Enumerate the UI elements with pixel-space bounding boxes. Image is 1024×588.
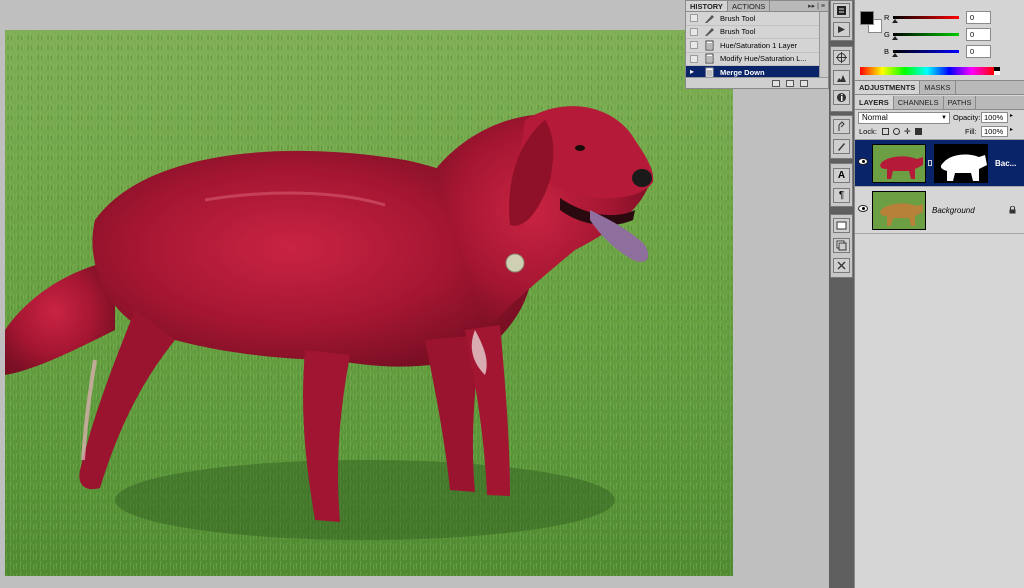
- blend-mode-select[interactable]: Normal ▼: [858, 112, 950, 124]
- panel-menu-icon[interactable]: ▸▸ | ≡: [808, 1, 825, 12]
- tab-history[interactable]: HISTORY: [686, 1, 728, 11]
- history-item[interactable]: Brush Tool: [686, 26, 828, 39]
- right-panels: R 0 G 0 B 0 ADJUSTMENTS MASKS LAYERS CHA…: [854, 0, 1024, 588]
- history-footer: [686, 77, 828, 88]
- lock-image-icon[interactable]: [893, 128, 900, 135]
- green-slider[interactable]: [892, 32, 959, 40]
- snapshot-checkbox[interactable]: [690, 54, 698, 63]
- blend-mode-value: Normal: [862, 113, 888, 122]
- red-slider[interactable]: [892, 15, 959, 23]
- trash-icon[interactable]: [800, 79, 808, 87]
- lock-transparent-icon[interactable]: [882, 128, 889, 135]
- layer-comps-icon[interactable]: [833, 238, 850, 253]
- history-panel: HISTORY ACTIONS ▸▸ | ≡ Brush Tool Brush …: [685, 0, 829, 89]
- tools-scissors-icon[interactable]: [833, 258, 850, 273]
- panel-icon-strip: A ¶: [829, 0, 854, 588]
- color-panel: R 0 G 0 B 0: [855, 0, 1024, 81]
- layer-thumbnail[interactable]: [872, 191, 926, 230]
- history-item[interactable]: Brush Tool: [686, 12, 828, 26]
- opacity-field[interactable]: 100%: [981, 112, 1008, 123]
- brush-icon: [703, 26, 716, 37]
- adjustments-tabbar: ADJUSTMENTS MASKS: [855, 81, 1024, 95]
- snapshot-checkbox[interactable]: [690, 14, 698, 23]
- lock-position-icon[interactable]: ✛: [904, 128, 911, 136]
- history-item-label: Brush Tool: [720, 27, 756, 37]
- history-item-label: Merge Down: [720, 67, 765, 77]
- histogram-icon[interactable]: [833, 70, 850, 85]
- green-value-field[interactable]: 0: [966, 27, 991, 41]
- tab-layers[interactable]: LAYERS: [855, 96, 894, 109]
- red-channel-row: R 0: [884, 10, 1024, 24]
- image-canvas[interactable]: [5, 30, 733, 576]
- layer-doc-icon: [703, 53, 716, 64]
- layer-thumbnail[interactable]: [872, 144, 926, 183]
- fill-field[interactable]: 100%: [981, 126, 1008, 137]
- black-white-swatch[interactable]: [994, 67, 1000, 75]
- snapshot-checkbox[interactable]: [690, 27, 698, 36]
- create-snapshot-icon[interactable]: [786, 79, 794, 87]
- green-channel-row: G 0: [884, 27, 1024, 41]
- lock-icon: [1009, 205, 1016, 214]
- tab-adjustments[interactable]: ADJUSTMENTS: [855, 81, 921, 94]
- history-tabbar: HISTORY ACTIONS ▸▸ | ≡: [686, 1, 828, 12]
- slider-thumb-icon[interactable]: [892, 18, 898, 23]
- history-item[interactable]: Hue/Saturation 1 Layer: [686, 39, 828, 53]
- brush-presets-icon[interactable]: [833, 139, 850, 154]
- blue-slider[interactable]: [892, 49, 959, 57]
- clone-source-icon[interactable]: [833, 119, 850, 134]
- tab-paths[interactable]: PATHS: [944, 96, 977, 109]
- history-scrollbar[interactable]: [819, 12, 828, 77]
- tab-channels[interactable]: CHANNELS: [894, 96, 944, 109]
- layer-row[interactable]: Background: [855, 187, 1024, 234]
- paragraph-panel-icon[interactable]: ¶: [833, 188, 850, 203]
- visibility-eye-icon[interactable]: [858, 158, 868, 165]
- mask-link-icon[interactable]: [928, 160, 932, 166]
- layer-mask-thumbnail[interactable]: [934, 144, 988, 183]
- character-panel-icon[interactable]: A: [833, 168, 850, 183]
- history-item-label: Hue/Saturation 1 Layer: [720, 40, 798, 50]
- foreground-color-swatch[interactable]: [860, 11, 874, 25]
- chevron-down-icon: ▼: [941, 115, 947, 121]
- lock-label: Lock:: [859, 127, 877, 136]
- slider-thumb-icon[interactable]: [892, 52, 898, 57]
- info-icon[interactable]: [833, 90, 850, 105]
- fill-stepper-icon[interactable]: ▸: [1010, 126, 1013, 133]
- red-dog-photo: [5, 30, 733, 576]
- blue-value-field[interactable]: 0: [966, 44, 991, 58]
- snapshot-checkbox[interactable]: [690, 41, 698, 50]
- slider-thumb-icon[interactable]: [892, 35, 898, 40]
- layers-tabbar: LAYERS CHANNELS PATHS: [855, 96, 1024, 110]
- history-state-arrow-icon: ▸: [690, 67, 695, 77]
- opacity-label: Opacity:: [953, 113, 981, 122]
- history-item-label: Brush Tool: [720, 13, 756, 23]
- new-document-from-state-icon[interactable]: [772, 79, 780, 87]
- color-spectrum-bar[interactable]: [860, 67, 1000, 75]
- layer-name: Bac...: [995, 159, 1017, 168]
- tab-actions[interactable]: ACTIONS: [728, 1, 771, 11]
- layer-row-selected[interactable]: Bac...: [855, 140, 1024, 187]
- history-item-label: Modify Hue/Saturation L...: [720, 54, 807, 64]
- actions-panel-icon[interactable]: [833, 22, 850, 37]
- red-value-field[interactable]: 0: [966, 10, 991, 24]
- history-panel-icon[interactable]: [833, 3, 850, 18]
- visibility-eye-icon[interactable]: [858, 205, 868, 212]
- fill-label: Fill:: [965, 127, 977, 136]
- navigator-icon[interactable]: [833, 50, 850, 65]
- opacity-stepper-icon[interactable]: ▸: [1010, 112, 1013, 119]
- lock-all-icon[interactable]: [915, 128, 922, 135]
- tab-masks[interactable]: MASKS: [920, 81, 956, 94]
- history-item[interactable]: Modify Hue/Saturation L...: [686, 53, 828, 66]
- layer-doc-icon: [703, 40, 716, 51]
- blue-channel-row: B 0: [884, 44, 1024, 58]
- layer-controls: Normal ▼ Opacity: 100% ▸ Lock: ✛ Fill: 1…: [855, 110, 1024, 140]
- notes-icon[interactable]: [833, 218, 850, 233]
- brush-icon: [703, 13, 716, 24]
- layer-name: Background: [932, 206, 975, 215]
